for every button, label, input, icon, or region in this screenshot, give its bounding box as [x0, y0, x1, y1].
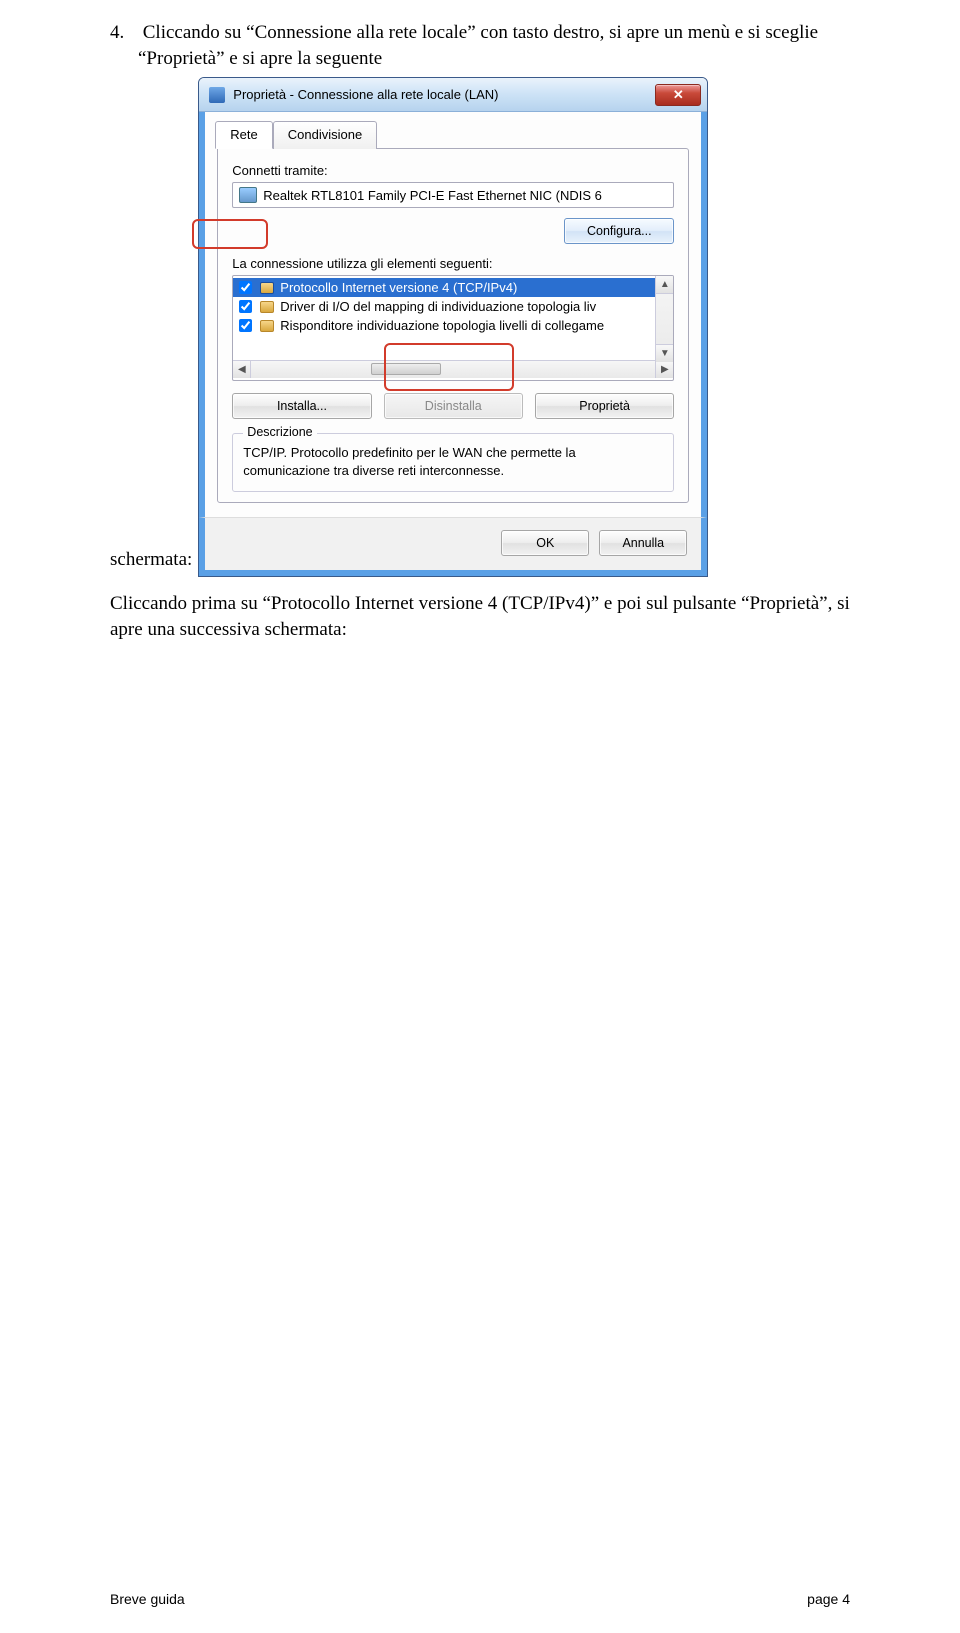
install-button[interactable]: Installa... — [232, 393, 371, 419]
scroll-up-icon[interactable]: ▲ — [656, 276, 673, 294]
protocol-icon — [260, 301, 274, 313]
configure-button[interactable]: Configura... — [564, 218, 674, 244]
list-item-label: Protocollo Internet versione 4 (TCP/IPv4… — [280, 280, 517, 295]
list-item-checkbox[interactable] — [239, 319, 252, 332]
step-4-paragraph: 4. Cliccando su “Connessione alla rete l… — [110, 20, 850, 71]
description-fieldset: Descrizione TCP/IP. Protocollo predefini… — [232, 433, 674, 492]
protocol-icon — [260, 320, 274, 332]
properties-dialog: Proprietà - Connessione alla rete locale… — [198, 77, 708, 577]
footer-left: Breve guida — [110, 1591, 185, 1607]
list-item-checkbox[interactable] — [239, 281, 252, 294]
step-line-2: “Proprietà” e si apre la seguente — [138, 46, 382, 72]
page-footer: Breve guida page 4 — [110, 1591, 850, 1607]
titlebar[interactable]: Proprietà - Connessione alla rete locale… — [199, 78, 707, 112]
uninstall-button: Disinstalla — [384, 393, 523, 419]
list-item-checkbox[interactable] — [239, 300, 252, 313]
properties-button[interactable]: Proprietà — [535, 393, 674, 419]
scroll-down-icon[interactable]: ▼ — [656, 344, 673, 362]
ok-button[interactable]: OK — [501, 530, 589, 556]
tab-condivisione[interactable]: Condivisione — [273, 121, 377, 149]
list-item-label: Risponditore individuazione topologia li… — [280, 318, 604, 333]
close-button[interactable]: ✕ — [655, 84, 701, 106]
description-legend: Descrizione — [243, 425, 316, 439]
list-buttons-row: Installa... Disinstalla Proprietà — [232, 393, 674, 419]
vertical-scrollbar[interactable]: ▲ ▼ — [655, 276, 673, 362]
scroll-thumb[interactable] — [371, 363, 441, 375]
horizontal-scrollbar[interactable]: ◀ ▶ — [233, 360, 673, 378]
window-icon — [209, 87, 225, 103]
para2-line1: Cliccando prima su “Protocollo Internet … — [110, 593, 850, 614]
list-item-label: Driver di I/O del mapping di individuazi… — [280, 299, 596, 314]
schermata-label: schermata: — [110, 549, 192, 577]
scroll-left-icon[interactable]: ◀ — [233, 361, 251, 378]
connect-via-label: Connetti tramite: — [232, 163, 674, 178]
components-listbox[interactable]: Protocollo Internet versione 4 (TCP/IPv4… — [232, 275, 674, 381]
tab-panel-rete: Connetti tramite: Realtek RTL8101 Family… — [217, 148, 689, 503]
footer-right: page 4 — [807, 1591, 850, 1607]
dialog-row: schermata: Proprietà - Connessione alla … — [110, 77, 850, 577]
next-step-paragraph: Cliccando prima su “Protocollo Internet … — [110, 591, 850, 642]
scroll-track[interactable] — [251, 361, 655, 378]
list-item[interactable]: Protocollo Internet versione 4 (TCP/IPv4… — [233, 278, 673, 297]
scroll-right-icon[interactable]: ▶ — [655, 361, 673, 378]
list-item[interactable]: Risponditore individuazione topologia li… — [233, 316, 673, 335]
description-text: TCP/IP. Protocollo predefinito per le WA… — [243, 444, 663, 479]
dialog-footer: OK Annulla — [199, 517, 707, 576]
scroll-track[interactable] — [656, 294, 673, 344]
step-number: 4. — [110, 20, 138, 46]
dialog-body: Rete Condivisione Connetti tramite: Real… — [199, 112, 707, 517]
para2-line2: apre una successiva schermata: — [110, 619, 347, 640]
window-title: Proprietà - Connessione alla rete locale… — [233, 87, 655, 102]
document-page: 4. Cliccando su “Connessione alla rete l… — [0, 0, 960, 1633]
adapter-field: Realtek RTL8101 Family PCI-E Fast Ethern… — [232, 182, 674, 208]
cancel-button[interactable]: Annulla — [599, 530, 687, 556]
dialog-container: Proprietà - Connessione alla rete locale… — [198, 77, 708, 577]
close-icon: ✕ — [673, 87, 684, 103]
list-item[interactable]: Driver di I/O del mapping di individuazi… — [233, 297, 673, 316]
adapter-name: Realtek RTL8101 Family PCI-E Fast Ethern… — [263, 188, 602, 203]
tab-rete[interactable]: Rete — [215, 121, 272, 149]
elements-label: La connessione utilizza gli elementi seg… — [232, 256, 674, 271]
step-line-1: Cliccando su “Connessione alla rete loca… — [143, 22, 818, 43]
nic-icon — [239, 187, 257, 203]
tabs: Rete Condivisione — [215, 120, 689, 148]
protocol-icon — [260, 282, 274, 294]
